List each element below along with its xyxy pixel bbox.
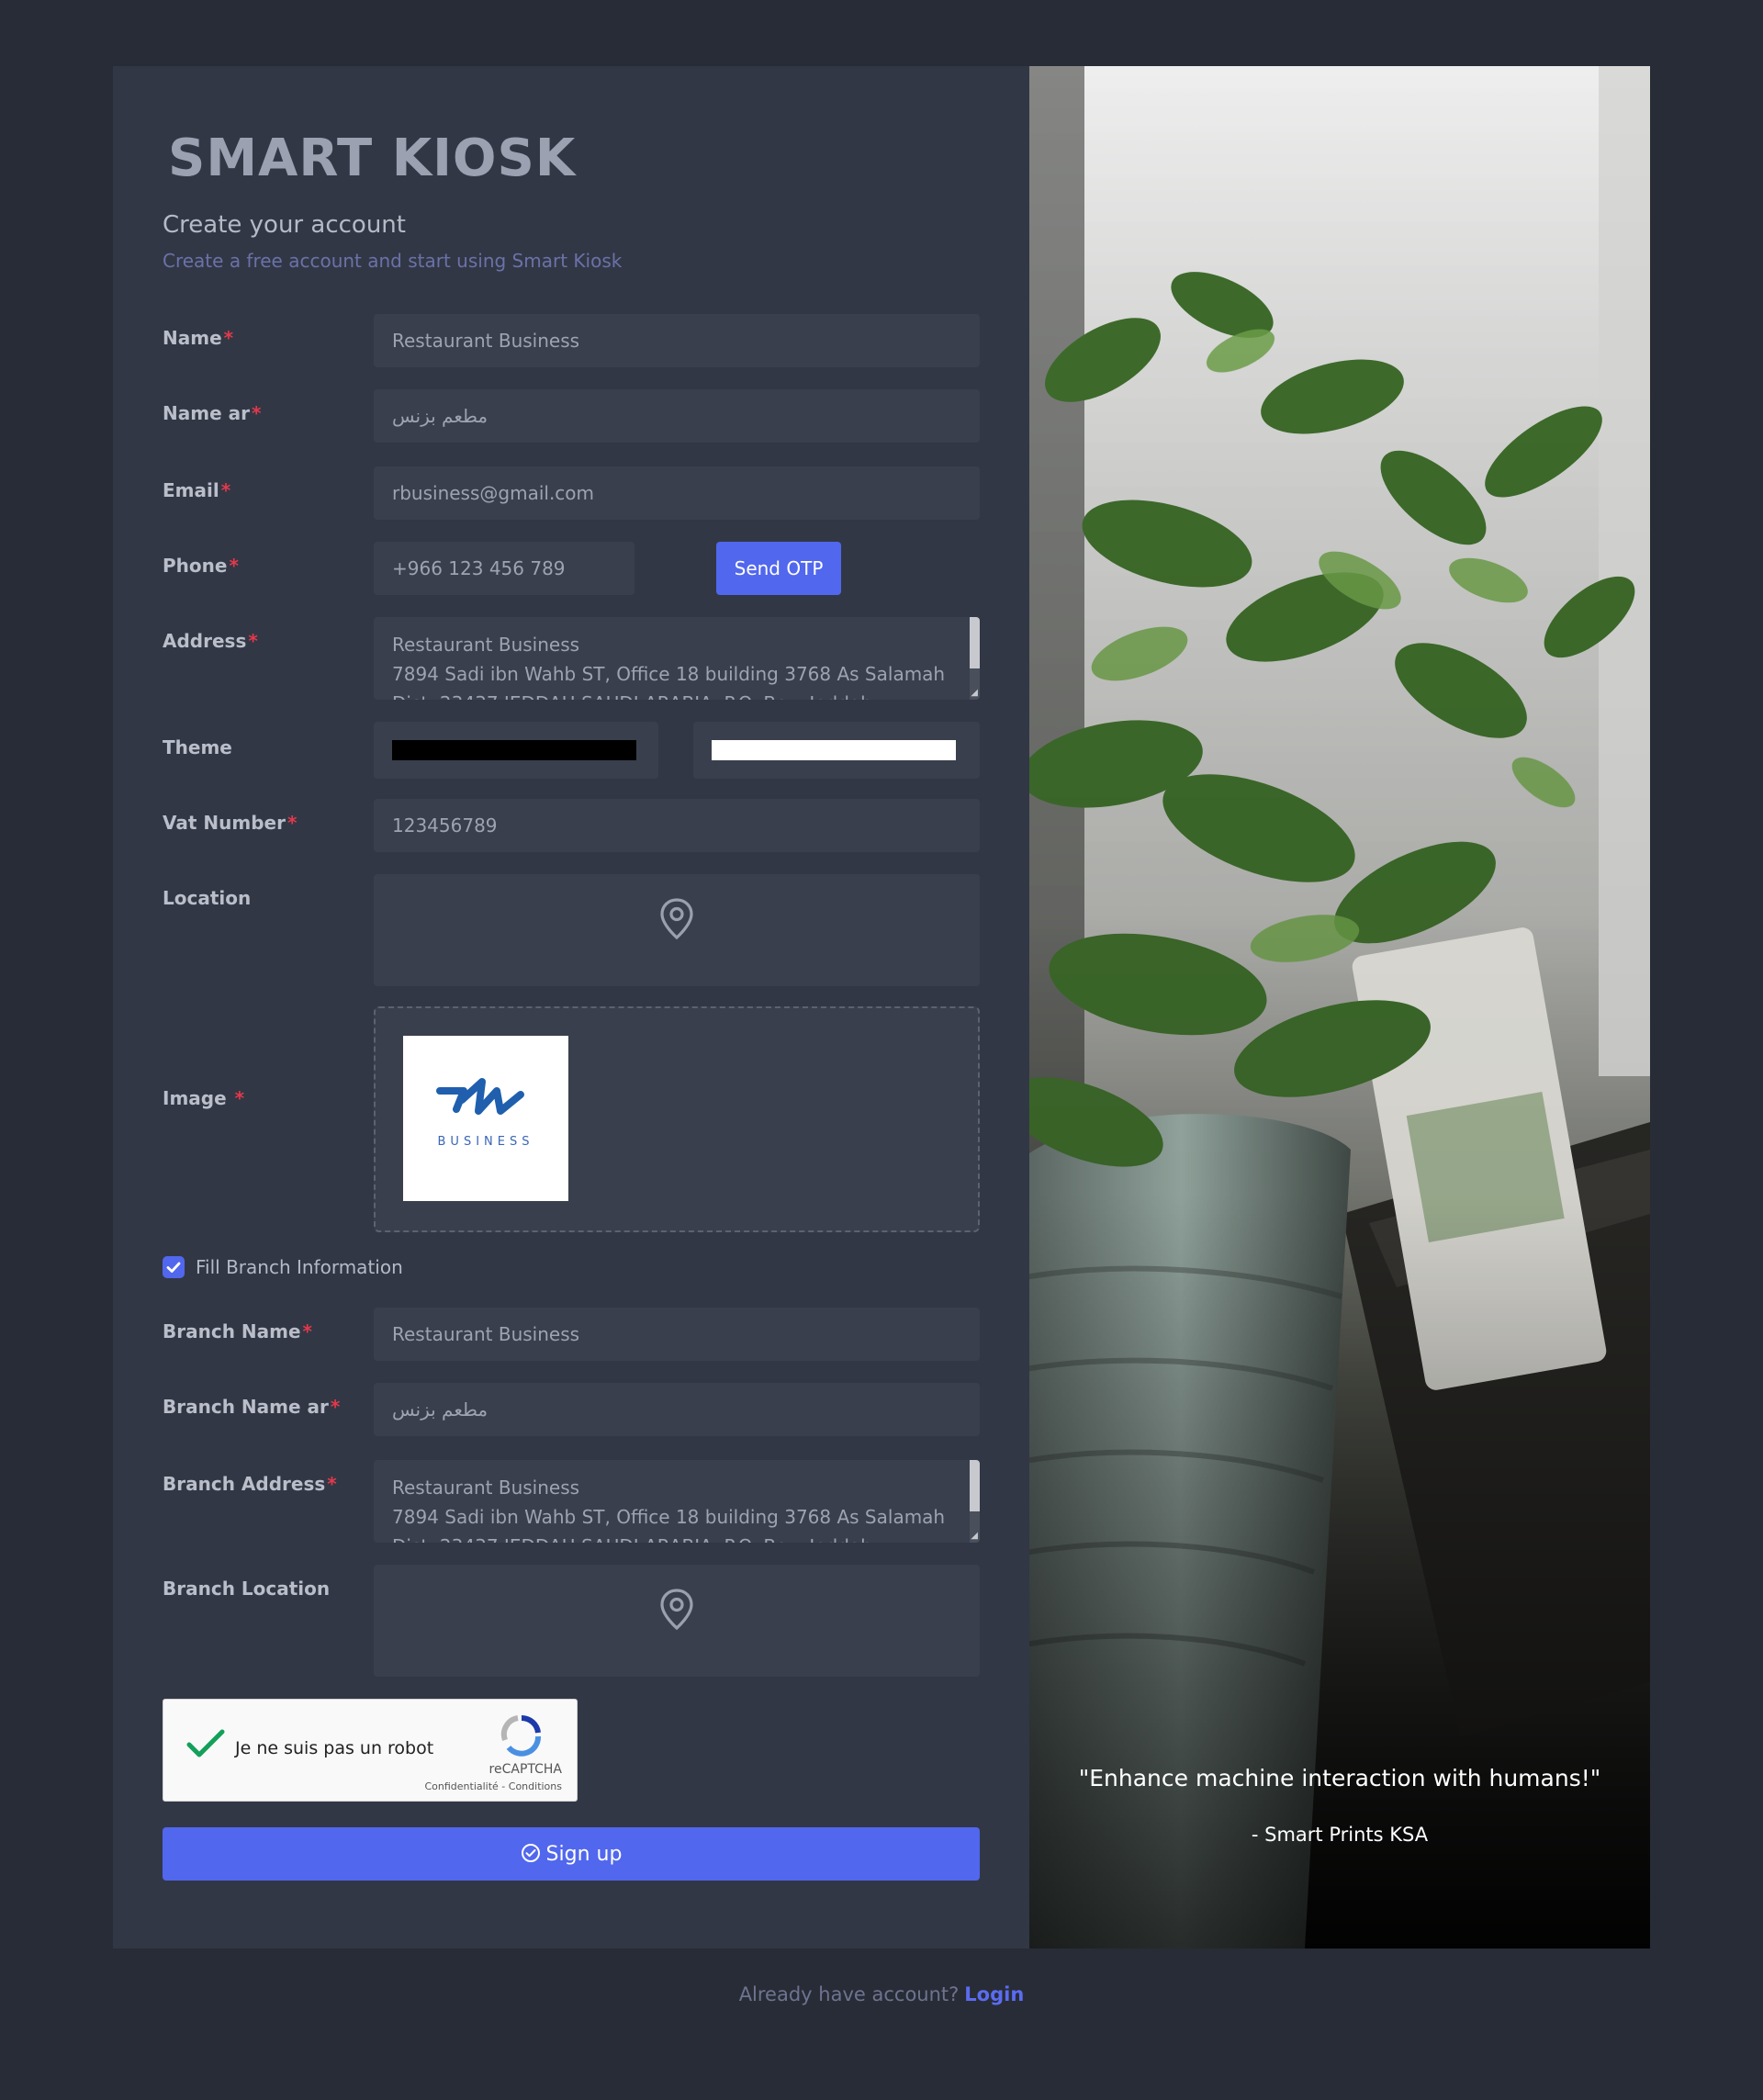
name-ar-input[interactable]: مطعم بزنس bbox=[374, 389, 980, 443]
fill-branch-label: Fill Branch Information bbox=[196, 1256, 403, 1278]
page-title: Create your account bbox=[163, 211, 406, 239]
theme-color-1-swatch bbox=[392, 740, 636, 760]
resize-handle-icon[interactable]: ◢ bbox=[971, 689, 978, 698]
email-label: Email * bbox=[163, 479, 231, 501]
address-line-2: 7894 Sadi ibn Wahb ST, Office 18 buildin… bbox=[392, 663, 946, 685]
location-label: Location bbox=[163, 887, 252, 909]
address-line-3: Dist, 23437 JEDDAH SAUDI ARABIA, P.O. Bo… bbox=[392, 689, 961, 700]
theme-color-1[interactable] bbox=[374, 722, 658, 779]
branch-name-label: Branch Name * bbox=[163, 1320, 313, 1342]
login-prompt-text: Already have account? bbox=[738, 1983, 960, 2005]
address-textarea[interactable]: Restaurant Business 7894 Sadi ibn Wahb S… bbox=[374, 617, 980, 700]
login-link[interactable]: Login bbox=[964, 1983, 1024, 2005]
fill-branch-checkbox[interactable] bbox=[163, 1256, 185, 1278]
branch-address-textarea[interactable]: Restaurant Business 7894 Sadi ibn Wahb S… bbox=[374, 1460, 980, 1543]
captcha-label: Je ne suis pas un robot bbox=[235, 1738, 434, 1758]
sign-up-label: Sign up bbox=[545, 1842, 623, 1866]
captcha-brand: reCAPTCHA bbox=[488, 1762, 562, 1777]
branch-address-line-3: Dist, 23437 JEDDAH SAUDI ARABIA, P.O. Bo… bbox=[392, 1532, 961, 1543]
captcha-checkmark-icon[interactable] bbox=[185, 1727, 226, 1760]
name-input[interactable]: Restaurant Business bbox=[374, 314, 980, 367]
vat-input[interactable]: 123456789 bbox=[374, 799, 980, 852]
email-input[interactable]: rbusiness@gmail.com bbox=[374, 466, 980, 520]
recaptcha-logo-icon bbox=[500, 1714, 541, 1757]
business-logo-preview: BUSINESS bbox=[403, 1036, 568, 1201]
phone-input[interactable]: +966 123 456 789 bbox=[374, 542, 634, 595]
name-ar-label: Name ar * bbox=[163, 402, 262, 424]
branch-name-input[interactable]: Restaurant Business bbox=[374, 1308, 980, 1361]
check-circle-icon bbox=[521, 1843, 540, 1862]
check-icon bbox=[166, 1262, 181, 1273]
business-logo-text: BUSINESS bbox=[437, 1135, 534, 1149]
page-subtitle: Create a free account and start using Sm… bbox=[163, 250, 623, 272]
image-label: Image * bbox=[163, 1087, 245, 1109]
location-picker[interactable] bbox=[374, 874, 980, 986]
phone-label: Phone * bbox=[163, 555, 239, 577]
address-label: Address * bbox=[163, 630, 258, 652]
name-label: Name * bbox=[163, 327, 234, 349]
recaptcha-widget[interactable]: Je ne suis pas un robot reCAPTCHA Confid… bbox=[163, 1699, 578, 1802]
branch-location-label: Branch Location bbox=[163, 1578, 331, 1600]
resize-handle-icon[interactable]: ◢ bbox=[971, 1532, 978, 1541]
image-dropzone[interactable]: BUSINESS bbox=[374, 1006, 980, 1232]
map-pin-icon bbox=[660, 898, 693, 940]
branch-address-line-1: Restaurant Business bbox=[392, 1477, 580, 1499]
branch-address-label: Branch Address * bbox=[163, 1473, 337, 1495]
map-pin-icon bbox=[660, 1589, 693, 1631]
brand-title: SMART KIOSK bbox=[168, 129, 577, 188]
theme-color-2-swatch bbox=[712, 740, 956, 760]
side-quote: "Enhance machine interaction with humans… bbox=[1078, 1765, 1601, 1791]
captcha-links[interactable]: Confidentialité - Conditions bbox=[424, 1780, 562, 1792]
login-prompt: Already have account? Login bbox=[0, 1983, 1763, 2005]
form-panel: SMART KIOSK Create your account Create a… bbox=[113, 66, 1029, 1948]
send-otp-button[interactable]: Send OTP bbox=[716, 542, 841, 595]
address-line-1: Restaurant Business bbox=[392, 634, 580, 656]
branch-address-line-2: 7894 Sadi ibn Wahb ST, Office 18 buildin… bbox=[392, 1506, 946, 1528]
sign-up-button[interactable]: Sign up bbox=[163, 1827, 980, 1881]
branch-location-picker[interactable] bbox=[374, 1565, 980, 1677]
vat-label: Vat Number * bbox=[163, 812, 298, 834]
plant-photo bbox=[1029, 66, 1650, 1948]
business-logo-icon bbox=[436, 1078, 524, 1115]
branch-name-ar-input[interactable]: مطعم بزنس bbox=[374, 1383, 980, 1436]
signup-card: SMART KIOSK Create your account Create a… bbox=[113, 66, 1650, 1948]
side-quote-author: - Smart Prints KSA bbox=[1251, 1824, 1429, 1846]
branch-name-ar-label: Branch Name ar * bbox=[163, 1396, 341, 1418]
theme-color-2[interactable] bbox=[693, 722, 980, 779]
theme-label: Theme bbox=[163, 736, 232, 758]
side-image-panel: "Enhance machine interaction with humans… bbox=[1029, 66, 1650, 1948]
